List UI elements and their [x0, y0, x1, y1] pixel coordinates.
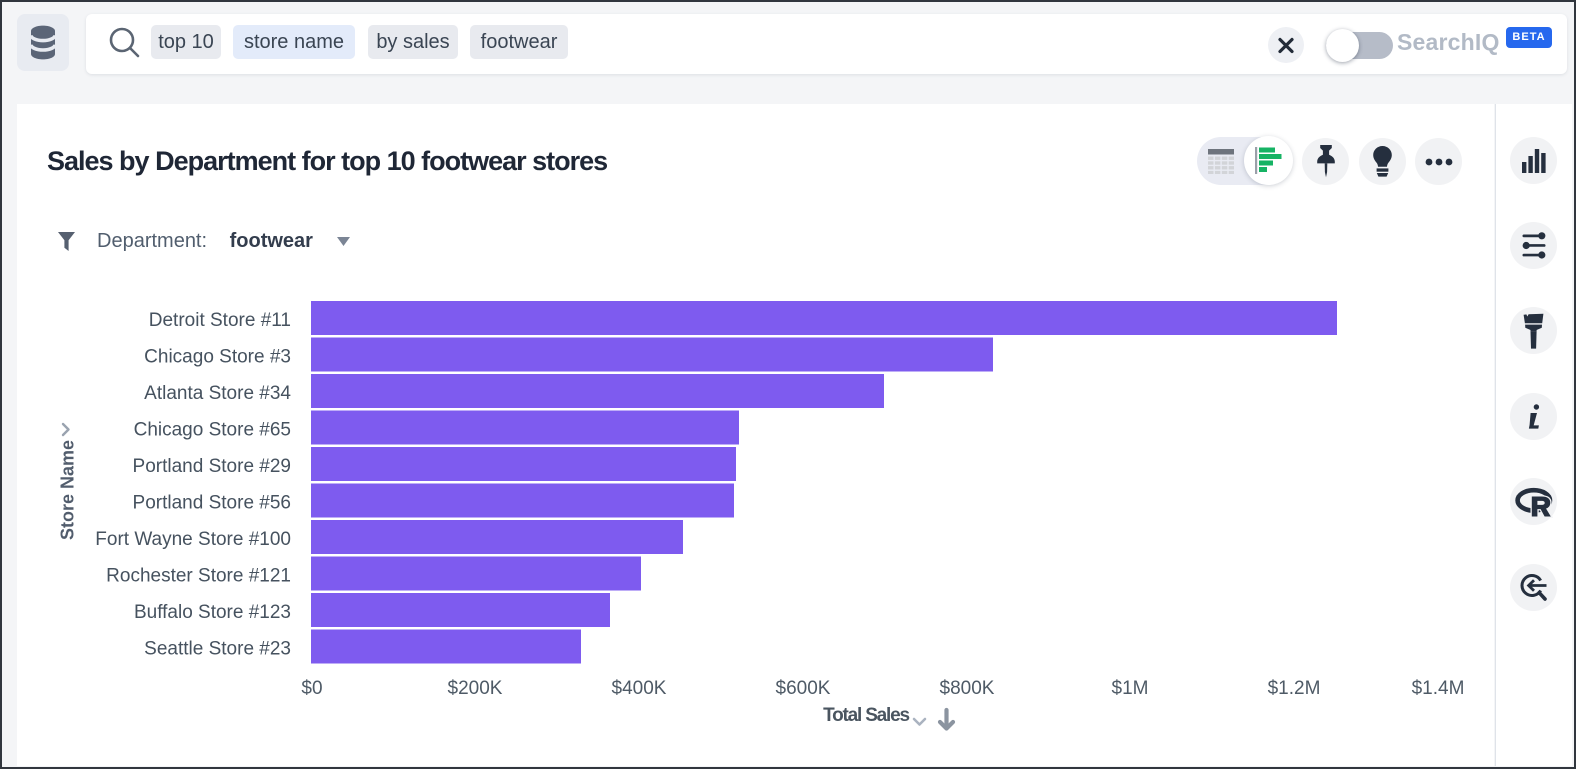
svg-text:Store Name: Store Name: [57, 440, 77, 540]
svg-text:$1.2M: $1.2M: [1268, 678, 1321, 699]
svg-text:$800K: $800K: [940, 678, 995, 699]
svg-text:Fort Wayne Store #100: Fort Wayne Store #100: [95, 529, 291, 550]
svg-text:Chicago Store #65: Chicago Store #65: [134, 420, 291, 441]
svg-text:Portland Store #29: Portland Store #29: [133, 456, 291, 477]
svg-text:Buffalo Store #123: Buffalo Store #123: [134, 602, 291, 623]
svg-text:$1.4M: $1.4M: [1412, 678, 1465, 699]
svg-text:Chicago Store #3: Chicago Store #3: [144, 347, 291, 368]
svg-text:$0: $0: [301, 678, 322, 699]
svg-text:$400K: $400K: [612, 678, 667, 699]
svg-text:$1M: $1M: [1112, 678, 1149, 699]
svg-text:Total Sales: Total Sales: [823, 705, 909, 726]
svg-text:Seattle Store #23: Seattle Store #23: [144, 639, 291, 660]
svg-text:Portland Store #56: Portland Store #56: [133, 493, 291, 514]
svg-text:Detroit Store #11: Detroit Store #11: [149, 310, 291, 331]
svg-text:Atlanta Store #34: Atlanta Store #34: [144, 383, 291, 404]
svg-text:$200K: $200K: [448, 678, 503, 699]
svg-text:$600K: $600K: [776, 678, 831, 699]
svg-text:Rochester Store #121: Rochester Store #121: [106, 566, 291, 587]
